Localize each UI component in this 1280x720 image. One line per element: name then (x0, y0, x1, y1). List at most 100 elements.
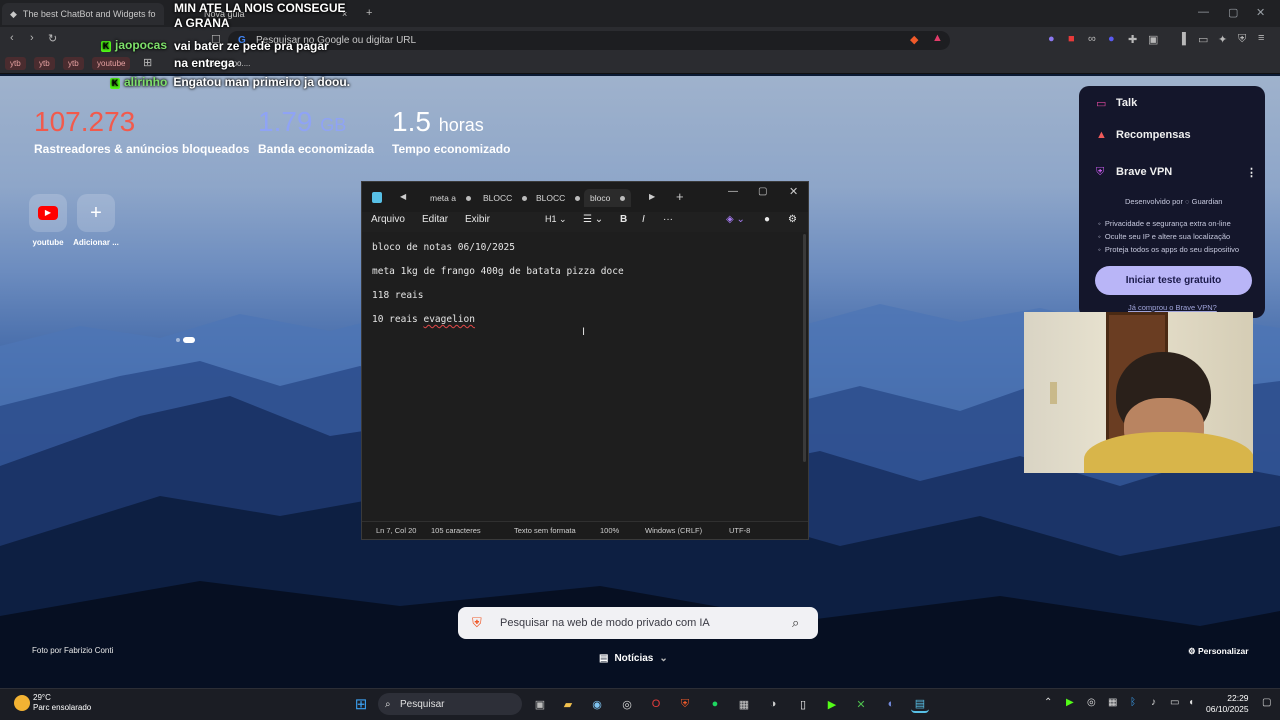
menu-icon[interactable]: ≡ (1258, 32, 1264, 44)
kick-icon[interactable]: ▶ (823, 695, 841, 713)
tray-overflow-icon[interactable]: ⌃ (1044, 697, 1052, 708)
discord-icon[interactable]: ◐ (882, 695, 900, 713)
more-format-icon[interactable]: ··· (663, 214, 673, 225)
shortcut-youtube[interactable]: ▶ (29, 194, 67, 232)
list-format-icon[interactable]: ☰ ⌄ (583, 214, 603, 225)
personalize-button[interactable]: ⚙ Personalizar (1188, 646, 1249, 657)
notepad-taskbar-icon[interactable]: ▤ (911, 695, 929, 713)
sidebar-toggle-icon[interactable]: ▐ (1178, 33, 1186, 45)
vpn-icon[interactable]: ⛨ (1238, 33, 1246, 46)
extension-red-icon[interactable]: ■ (1068, 33, 1075, 45)
notepad-statusbar: Ln 7, Col 20 105 caracteres Texto sem fo… (362, 521, 808, 539)
note-line-4: 10 reais evagelion (372, 314, 475, 325)
notepad-tab-active[interactable]: bloco (584, 189, 632, 207)
notepad-close-icon[interactable]: ✕ (789, 185, 798, 198)
task-view-icon[interactable]: ▣ (531, 695, 549, 713)
note-line-2: meta 1kg de frango 400g de batata pizza … (372, 266, 624, 277)
extension-blue-icon[interactable]: ● (1108, 33, 1115, 45)
editor-scrollbar[interactable] (803, 234, 806, 462)
reload-icon[interactable]: ↻ (48, 32, 57, 45)
bluetooth-icon[interactable]: ᛒ (1130, 697, 1136, 708)
obs-icon[interactable]: ◎ (618, 695, 636, 713)
back-icon[interactable]: ‹ (10, 32, 14, 44)
leo-ai-icon[interactable]: ✦ (1218, 33, 1227, 46)
app-icon[interactable]: ▦ (735, 695, 753, 713)
tray-grid-icon[interactable]: ▦ (1108, 697, 1117, 708)
new-tab-icon[interactable]: + (366, 7, 372, 19)
bookmark-ytb-2[interactable]: ytb (34, 57, 55, 70)
tray-app-icon[interactable]: ◎ (1087, 697, 1096, 708)
notifications-icon[interactable]: ▢ (1262, 697, 1271, 708)
account-icon[interactable]: ● (764, 214, 770, 225)
forward-icon[interactable]: › (30, 32, 34, 44)
new-notepad-tab-icon[interactable]: + (676, 189, 684, 204)
windows-start-icon[interactable]: ⊞ (352, 695, 370, 713)
taskbar-clock[interactable]: 22:29 06/10/2025 (1206, 693, 1249, 715)
spotify-icon[interactable]: ● (706, 695, 724, 713)
more-options-icon[interactable]: ⋮ (1246, 166, 1257, 179)
start-trial-button[interactable]: Iniciar teste gratuito (1095, 266, 1252, 295)
tray-kick-icon[interactable]: ▶ (1066, 697, 1074, 708)
wallet-icon[interactable]: ▭ (1198, 33, 1208, 46)
menu-edit[interactable]: Editar (422, 214, 448, 225)
note-line-3: 118 reais (372, 290, 424, 301)
notepad-tab-3[interactable]: BLOCC (530, 189, 586, 207)
chat-message-1: MIN ATE LA NOIS CONSEGUE A GRANA (174, 1, 346, 30)
brave-taskbar-icon[interactable]: ⛨ (676, 695, 694, 713)
menu-view[interactable]: Exibir (465, 214, 490, 225)
volume-icon[interactable]: ◖ (1188, 697, 1194, 708)
xbox-icon[interactable]: ✕ (852, 695, 870, 713)
extension-glasses-icon[interactable]: ∞ (1088, 33, 1096, 45)
talk-icon: ▭ (1096, 98, 1107, 110)
extension-icon[interactable]: ● (1048, 33, 1055, 45)
brave-rewards-icon[interactable]: ▲ (932, 32, 943, 44)
steam-icon[interactable]: ◉ (588, 695, 606, 713)
already-bought-link[interactable]: Já comprou o Brave VPN? (1128, 303, 1217, 312)
network-icon[interactable]: ▭ (1170, 697, 1179, 708)
shortcut-add[interactable]: + (77, 194, 115, 232)
bookmark-ytb-1[interactable]: ytb (5, 57, 26, 70)
microphone-icon[interactable]: ♪ (1151, 697, 1156, 708)
brave-shields-icon[interactable]: ◆ (910, 33, 918, 46)
opera-icon[interactable]: O (647, 695, 665, 713)
apps-grid-icon[interactable]: ⊞ (143, 56, 152, 69)
carousel-dots[interactable] (176, 337, 196, 343)
rewards-link[interactable]: Recompensas (1116, 129, 1191, 141)
settings-gear-icon[interactable]: ⚙ (788, 214, 797, 225)
heading-select[interactable]: H1 ⌄ (545, 214, 567, 225)
notepad-tab-2[interactable]: BLOCC (477, 189, 533, 207)
extensions-puzzle-icon[interactable]: ✚ (1128, 33, 1137, 46)
file-explorer-icon[interactable]: ▰ (559, 695, 577, 713)
scroll-tabs-right-icon[interactable]: ▶ (649, 192, 655, 201)
notepad-maximize-icon[interactable]: ▢ (758, 186, 767, 197)
misspelled-word[interactable]: evagelion (423, 314, 474, 325)
weather-icon[interactable] (14, 695, 30, 711)
taskbar-search[interactable]: ⌕ Pesquisar (378, 693, 522, 715)
bold-icon[interactable]: B (620, 214, 627, 225)
news-icon: ▤ (599, 653, 609, 664)
notepad-minimize-icon[interactable]: — (728, 186, 738, 197)
media-icon[interactable]: ◑ (764, 695, 782, 713)
italic-icon[interactable]: I (642, 214, 645, 225)
weather-widget[interactable]: 29°C Parc ensolarado (33, 693, 91, 713)
minimize-icon[interactable]: — (1198, 6, 1209, 18)
notepad-editor[interactable]: bloco de notas 06/10/2025 meta 1kg de fr… (362, 232, 808, 521)
private-ai-search-input[interactable]: ⛨ Pesquisar na web de modo privado com I… (458, 607, 818, 639)
photo-credit[interactable]: Foto por Fabrizio Conti (32, 646, 113, 655)
document-icon[interactable]: ▯ (794, 695, 812, 713)
tab-chatbot[interactable]: ◆ The best ChatBot and Widgets for Ki (2, 3, 164, 25)
scroll-tabs-left-icon[interactable]: ◀ (400, 192, 406, 201)
search-icon[interactable]: ⌕ (792, 615, 799, 631)
maximize-icon[interactable]: ▢ (1228, 6, 1238, 19)
notepad-tab-1[interactable]: meta a (424, 189, 477, 207)
bookmark-ytb-3[interactable]: ytb (63, 57, 84, 70)
copilot-icon[interactable]: ◈ ⌄ (726, 214, 745, 225)
news-button[interactable]: ▤ Notícias ⌄ (599, 653, 668, 664)
webcam-overlay (1024, 312, 1253, 473)
menu-file[interactable]: Arquivo (371, 214, 405, 225)
close-window-icon[interactable]: ✕ (1256, 6, 1265, 19)
screenshot-icon[interactable]: ▣ (1148, 33, 1158, 46)
talk-link[interactable]: Talk (1116, 97, 1137, 109)
bookmark-youtube[interactable]: youtube (92, 57, 131, 70)
status-zoom: 100% (600, 526, 620, 535)
